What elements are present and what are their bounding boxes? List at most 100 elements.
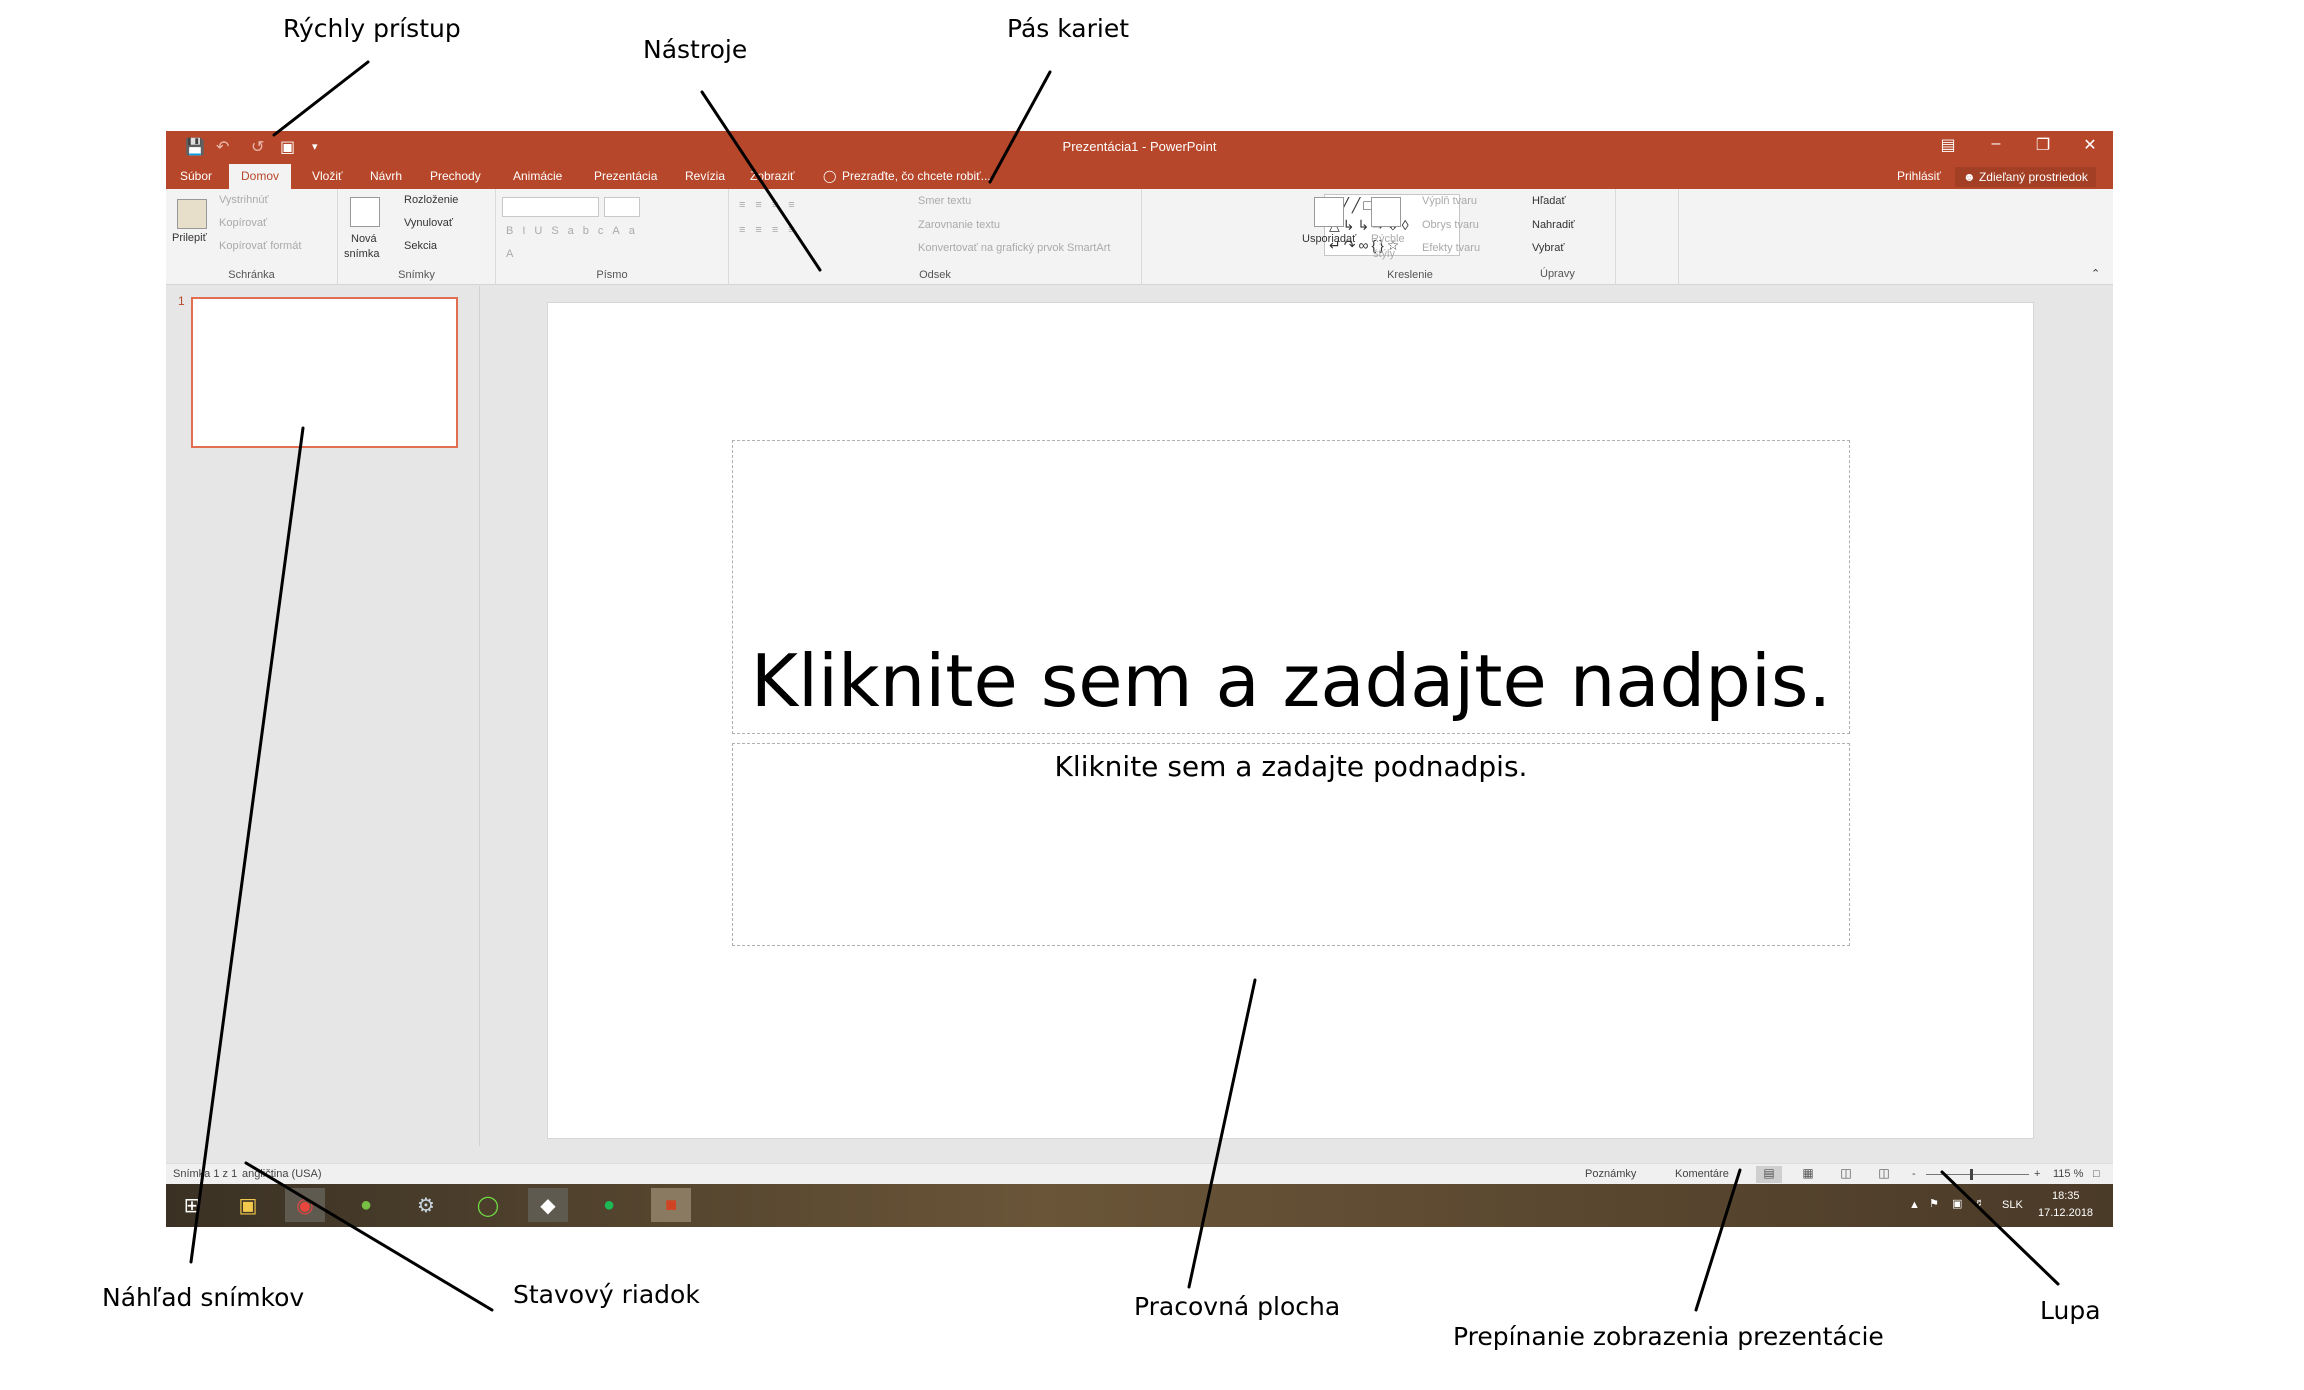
shape-outline-button[interactable]: Obrys tvaru bbox=[1422, 219, 1479, 231]
new-slide-label-2[interactable]: snímka bbox=[344, 248, 379, 260]
paste-icon[interactable] bbox=[177, 199, 207, 229]
tray-flag-icon[interactable]: ⚑ bbox=[1929, 1197, 1939, 1210]
slide-thumbnail[interactable] bbox=[191, 297, 458, 448]
reset-button[interactable]: Vynulovať bbox=[404, 217, 453, 229]
title-bar: 💾 ↶ ↺ ▣ ▾ Prezentácia1 - PowerPoint ▤ – … bbox=[166, 131, 2113, 164]
volume-icon[interactable]: ♬ bbox=[1974, 1197, 1985, 1209]
notes-button[interactable]: Poznámky bbox=[1585, 1168, 1636, 1180]
font-color-icon[interactable]: A bbox=[506, 248, 513, 260]
paste-button[interactable]: Prilepiť bbox=[172, 232, 207, 244]
windows-start-icon[interactable]: ⊞ bbox=[172, 1188, 212, 1222]
quick-styles-label-2[interactable]: štýly bbox=[1373, 248, 1395, 260]
replace-button[interactable]: Nahradiť bbox=[1532, 219, 1575, 231]
quick-styles-label-1[interactable]: Rýchle bbox=[1371, 233, 1405, 245]
alignment-icons[interactable]: ≡≡≡≡ bbox=[739, 224, 805, 236]
select-button[interactable]: Vybrať bbox=[1532, 242, 1564, 254]
share-button[interactable]: ☻ Zdieľaný prostriedok bbox=[1955, 167, 2096, 187]
shape-effects-button[interactable]: Efekty tvaru bbox=[1422, 242, 1480, 254]
font-format-icons[interactable]: BIUSabcAa bbox=[506, 225, 644, 237]
tab-animations[interactable]: Animácie bbox=[505, 164, 570, 189]
slide-canvas[interactable]: Kliknite sem a zadajte nadpis. Kliknite … bbox=[547, 302, 2034, 1139]
annotation-zoom: Lupa bbox=[2040, 1296, 2101, 1325]
language-indicator[interactable]: angličtina (USA) bbox=[242, 1168, 321, 1180]
group-slides: Nová snímka Rozloženie Vynulovať Sekcia … bbox=[338, 189, 496, 285]
tab-review[interactable]: Revízia bbox=[677, 164, 733, 189]
annotation-status-bar: Stavový riadok bbox=[513, 1280, 700, 1309]
find-button[interactable]: Hľadať bbox=[1532, 195, 1566, 207]
annotation-quick-access: Rýchly prístup bbox=[283, 14, 461, 43]
tab-transitions[interactable]: Prechody bbox=[422, 164, 489, 189]
editing-label: Úpravy bbox=[1540, 268, 1575, 280]
clipboard-label: Schránka bbox=[228, 269, 275, 281]
cut-button[interactable]: Vystrihnúť bbox=[219, 194, 269, 206]
steam-icon[interactable]: ⚙ bbox=[406, 1188, 446, 1222]
clock-time[interactable]: 18:35 bbox=[2052, 1190, 2080, 1202]
slides-label: Snímky bbox=[398, 269, 435, 281]
zoom-slider-track[interactable] bbox=[1926, 1174, 2029, 1175]
zoom-out-button[interactable]: - bbox=[1912, 1168, 1916, 1180]
new-slide-icon[interactable] bbox=[350, 197, 380, 227]
file-explorer-icon[interactable]: ▣ bbox=[228, 1188, 268, 1222]
slide-thumbnails-pane: 1 bbox=[166, 286, 480, 1146]
keyboard-language[interactable]: SLK bbox=[2002, 1199, 2023, 1211]
tab-home[interactable]: Domov bbox=[229, 164, 292, 189]
tab-view[interactable]: Zobraziť bbox=[742, 164, 803, 189]
slideshow-view-icon[interactable]: ◫ bbox=[1871, 1166, 1897, 1183]
vpn-icon[interactable]: ◆ bbox=[528, 1188, 568, 1222]
layout-button[interactable]: Rozloženie bbox=[404, 194, 458, 206]
tab-file[interactable]: Súbor bbox=[172, 164, 220, 189]
upwork-icon[interactable]: ◯ bbox=[468, 1188, 508, 1222]
new-slide-label-1[interactable]: Nová bbox=[351, 233, 377, 245]
slide-sorter-view-icon[interactable]: ▦ bbox=[1795, 1166, 1821, 1183]
zoom-level[interactable]: 115 % bbox=[2053, 1168, 2083, 1180]
arrange-icon[interactable] bbox=[1314, 197, 1344, 227]
tab-insert[interactable]: Vložiť bbox=[304, 164, 351, 189]
font-name-box[interactable] bbox=[502, 197, 599, 217]
align-text-button[interactable]: Zarovnanie textu bbox=[918, 219, 1000, 231]
quick-styles-icon[interactable] bbox=[1371, 197, 1401, 227]
fit-to-window-icon[interactable]: □ bbox=[2093, 1168, 2100, 1180]
copy-button[interactable]: Kopírovať bbox=[219, 217, 267, 229]
shape-fill-button[interactable]: Výplň tvaru bbox=[1422, 195, 1477, 207]
format-painter-button[interactable]: Kopírovať formát bbox=[219, 240, 301, 252]
clock-date[interactable]: 17.12.2018 bbox=[2038, 1207, 2093, 1219]
paragraph-label: Odsek bbox=[919, 269, 951, 281]
font-label: Písmo bbox=[596, 269, 628, 281]
close-icon[interactable]: ✕ bbox=[2070, 135, 2110, 155]
subtitle-placeholder-text: Kliknite sem a zadajte podnadpis. bbox=[1054, 750, 1528, 783]
ribbon-display-options-icon[interactable]: ▤ bbox=[1928, 135, 1968, 155]
normal-view-icon[interactable]: ▤ bbox=[1756, 1166, 1782, 1183]
lightbulb-icon: ◯ bbox=[823, 169, 837, 183]
subtitle-placeholder[interactable]: Kliknite sem a zadajte podnadpis. bbox=[732, 743, 1850, 946]
network-icon[interactable]: ▣ bbox=[1952, 1197, 1962, 1210]
chrome-icon[interactable]: ◉ bbox=[285, 1188, 325, 1222]
utorrent-icon[interactable]: ● bbox=[346, 1188, 386, 1222]
tell-me-box[interactable]: Prezraďte, čo chcete robiť... bbox=[842, 164, 991, 189]
title-placeholder[interactable]: Kliknite sem a zadajte nadpis. bbox=[732, 440, 1850, 734]
section-button[interactable]: Sekcia bbox=[404, 240, 437, 252]
tab-design[interactable]: Návrh bbox=[362, 164, 410, 189]
comments-button[interactable]: Komentáre bbox=[1675, 1168, 1729, 1180]
collapse-ribbon-icon[interactable]: ⌃ bbox=[2091, 267, 2100, 280]
zoom-in-button[interactable]: + bbox=[2034, 1168, 2040, 1180]
bullets-icon[interactable]: ≡≡≡≡ bbox=[739, 199, 805, 211]
tray-expand-icon[interactable]: ▲ bbox=[1909, 1199, 1920, 1211]
powerpoint-taskbar-icon[interactable]: ■ bbox=[651, 1188, 691, 1222]
annotation-ribbon: Pás kariet bbox=[1007, 14, 1130, 43]
sign-in-link[interactable]: Prihlásiť bbox=[1897, 164, 1941, 189]
annotation-workspace: Pracovná plocha bbox=[1134, 1292, 1341, 1321]
window-title: Prezentácia1 - PowerPoint bbox=[1062, 139, 1217, 154]
group-clipboard: Prilepiť Vystrihnúť Kopírovať Kopírovať … bbox=[166, 189, 338, 285]
font-size-box[interactable] bbox=[604, 197, 640, 217]
reading-view-icon[interactable]: ◫ bbox=[1833, 1166, 1859, 1183]
zoom-slider-thumb[interactable] bbox=[1970, 1169, 1973, 1180]
status-bar: Snímka 1 z 1 angličtina (USA) Poznámky K… bbox=[166, 1163, 2113, 1184]
tab-slideshow[interactable]: Prezentácia bbox=[586, 164, 665, 189]
text-direction-button[interactable]: Smer textu bbox=[918, 195, 971, 207]
smartart-button[interactable]: Konvertovať na grafický prvok SmartArt bbox=[918, 242, 1110, 254]
group-font: BIUSabcAa A Písmo bbox=[496, 189, 729, 285]
restore-icon[interactable]: ❐ bbox=[2023, 135, 2063, 155]
minimize-icon[interactable]: – bbox=[1976, 135, 2016, 153]
spotify-icon[interactable]: ● bbox=[589, 1188, 629, 1222]
arrange-button[interactable]: Usporiadať bbox=[1302, 233, 1356, 245]
